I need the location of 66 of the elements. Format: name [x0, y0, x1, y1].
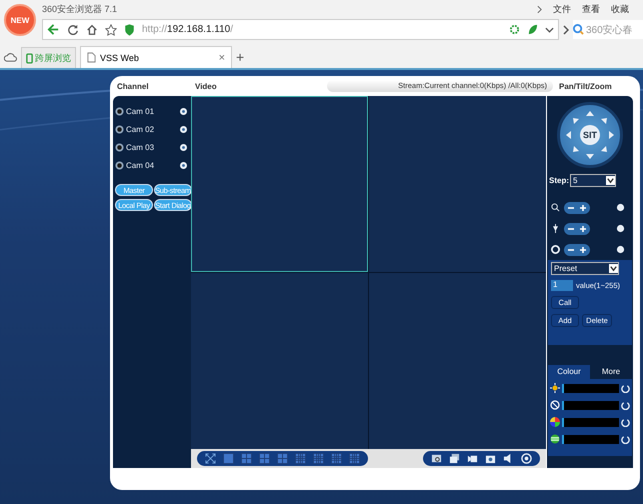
phone-icon — [26, 52, 33, 64]
ptz-heading: Pan/Tilt/Zoom — [558, 82, 612, 90]
window-title: 360安全浏览器 7.1 — [42, 3, 118, 16]
play-icon[interactable] — [180, 108, 187, 114]
menu-item[interactable]: 收藏 — [611, 3, 629, 16]
chevron-down-icon[interactable] — [545, 26, 554, 32]
dropdown-icon — [609, 264, 618, 273]
stacked-windows-icon[interactable] — [449, 453, 460, 464]
preset-select[interactable]: Preset — [551, 262, 619, 275]
slider[interactable] — [562, 434, 619, 444]
video-pane[interactable] — [191, 96, 368, 272]
plus-icon[interactable] — [579, 204, 587, 212]
plus-icon[interactable] — [579, 224, 587, 232]
step-label: Step: — [549, 176, 569, 185]
minus-plus-control[interactable] — [564, 244, 590, 256]
contrast-icon — [550, 400, 560, 410]
browser-logo: NEW — [4, 4, 36, 36]
leaf-icon[interactable] — [527, 24, 538, 35]
slider[interactable] — [562, 418, 619, 426]
shield-icon — [124, 24, 135, 36]
menu-item[interactable]: 查看 — [582, 3, 600, 16]
iris-icon — [551, 245, 560, 254]
new-tab-button[interactable]: + — [236, 49, 244, 65]
star-icon[interactable] — [105, 24, 117, 36]
channel-item[interactable]: Cam 01 — [126, 106, 178, 116]
step-select[interactable]: 5 — [570, 174, 616, 187]
channel-item[interactable]: Cam 02 — [126, 124, 178, 134]
color-wheel-icon — [550, 417, 560, 427]
image-search-icon[interactable] — [431, 453, 442, 464]
close-tab-button[interactable]: × — [218, 52, 225, 64]
focus-icon — [551, 224, 560, 233]
home-icon[interactable] — [86, 24, 98, 36]
sun-icon — [550, 383, 560, 393]
search-icon — [573, 24, 584, 35]
record-icon[interactable] — [521, 453, 532, 464]
zoom-icon — [551, 203, 560, 212]
video-heading: Video — [195, 82, 218, 90]
slider[interactable] — [562, 400, 619, 410]
menu-item[interactable]: 文件 — [553, 3, 571, 16]
play-icon[interactable] — [180, 144, 187, 150]
channel-item[interactable]: Cam 04 — [126, 160, 178, 170]
browser-tab[interactable]: VSS Web × — [80, 46, 232, 68]
slider[interactable] — [562, 384, 619, 392]
refresh-icon[interactable] — [67, 24, 79, 36]
minus-plus-control[interactable] — [564, 222, 590, 234]
back-icon[interactable] — [47, 23, 60, 36]
play-icon[interactable] — [180, 126, 187, 132]
chevron-right-icon[interactable] — [563, 24, 569, 34]
page-icon — [87, 52, 96, 63]
striped-circle-icon — [550, 434, 560, 444]
fullscreen-icon[interactable] — [205, 453, 216, 464]
minus-plus-control[interactable] — [564, 202, 590, 214]
play-icon[interactable] — [180, 162, 187, 168]
dropdown-icon — [606, 176, 615, 185]
preset-number-field[interactable]: 1 — [551, 280, 573, 291]
sit-button[interactable]: SIT — [580, 125, 600, 145]
plus-icon[interactable] — [579, 246, 587, 254]
chevron-right-icon[interactable] — [537, 5, 542, 14]
cloud-icon[interactable] — [4, 52, 17, 63]
direction-pad[interactable]: SIT — [557, 102, 623, 168]
video-camera-icon[interactable] — [467, 453, 478, 464]
camera-snapshot-icon[interactable] — [485, 453, 496, 464]
channel-heading: Channel — [116, 82, 150, 90]
image-tab[interactable]: Colour — [548, 365, 590, 379]
tab-label: VSS Web — [100, 52, 140, 62]
channel-item[interactable]: Cam 03 — [126, 142, 178, 152]
